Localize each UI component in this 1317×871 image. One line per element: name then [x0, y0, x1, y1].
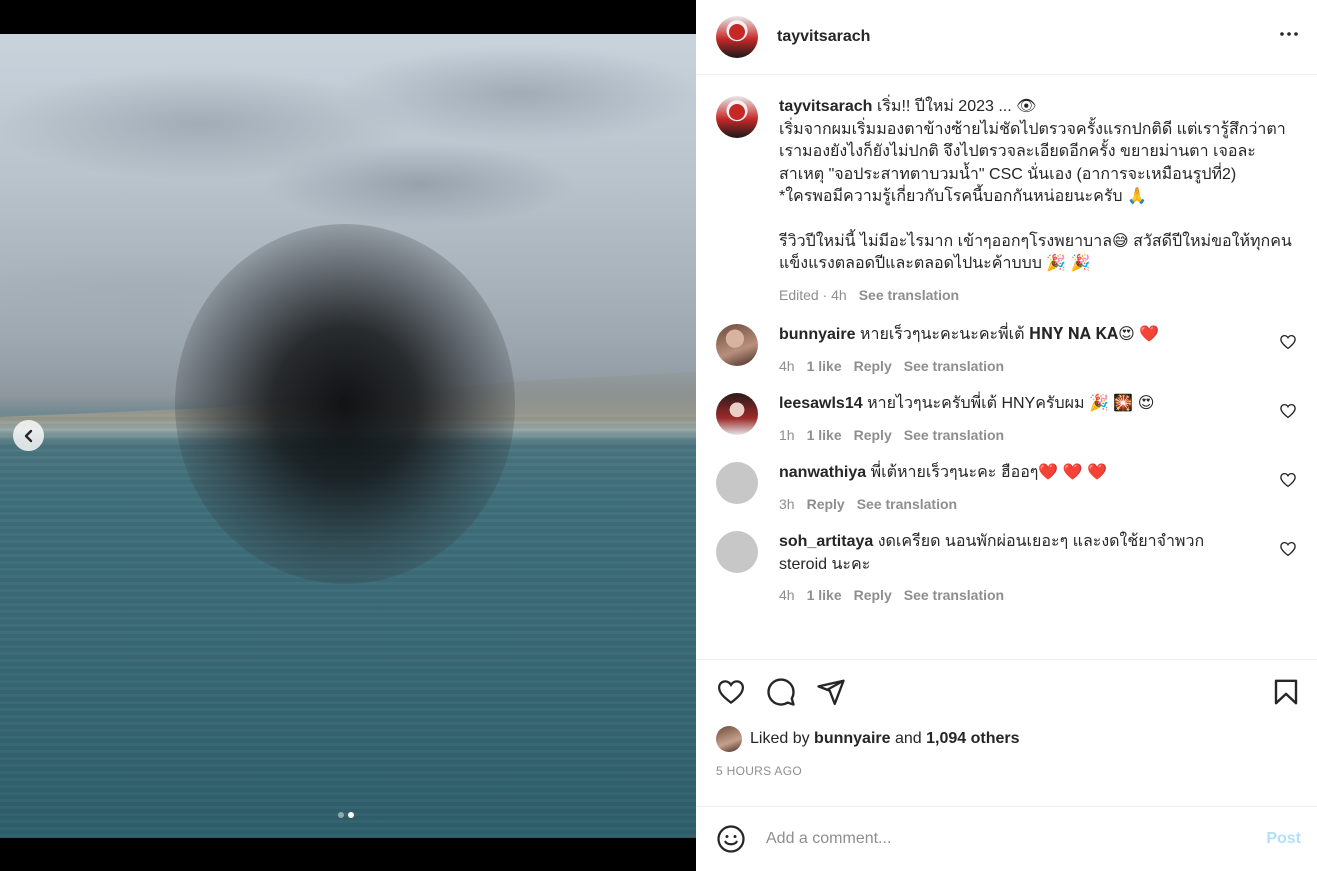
comment-input[interactable]	[766, 830, 1267, 848]
comment-text: soh_artitaya งดเครียด นอนพักผ่อนเยอะๆ แล…	[779, 531, 1237, 576]
comment-text: bunnyaire หายเร็วๆนะคะนะคะพี่เต้ 𝐇𝐍𝐘 𝐍𝐀 …	[779, 324, 1297, 347]
heart-icon[interactable]	[1279, 540, 1297, 558]
author-username[interactable]: tayvitsarach	[777, 28, 1277, 46]
avatar[interactable]	[716, 324, 758, 366]
comment-username[interactable]: soh_artitaya	[779, 533, 873, 550]
post-actions: Liked by bunnyaire and 1,094 others 5 HO…	[696, 659, 1317, 804]
carousel-indicator	[338, 812, 354, 818]
post-photo	[0, 34, 696, 838]
comment-likes[interactable]: 1 like	[807, 424, 842, 447]
avatar[interactable]	[716, 393, 758, 435]
see-translation-link[interactable]: See translation	[859, 284, 959, 307]
comment-body: หายไวๆนะครับพี่เต้ HNYครับผม 🎉 🎇 😍	[867, 395, 1155, 412]
comment-item: soh_artitaya งดเครียด นอนพักผ่อนเยอะๆ แล…	[716, 531, 1297, 607]
avatar[interactable]	[716, 531, 758, 573]
likes-summary: Liked by bunnyaire and 1,094 others	[716, 726, 1301, 752]
heart-icon[interactable]	[1279, 333, 1297, 351]
caption-line-3: *ใครพอมีความรู้เกี่ยวกับโรคนี้บอกกันหน่อ…	[779, 188, 1147, 205]
liked-by-user[interactable]: bunnyaire	[814, 730, 890, 747]
comment-icon[interactable]	[766, 677, 796, 707]
carousel-prev-button[interactable]	[13, 420, 44, 451]
avatar[interactable]	[716, 96, 758, 138]
caption-line-2: เริ่มจากผมเริ่มมองตาข้างซ้ายไม่ชัดไปตรวจ…	[779, 120, 1286, 183]
post-media	[0, 0, 696, 871]
heart-icon[interactable]	[716, 677, 746, 707]
add-comment-bar: Post	[696, 806, 1317, 871]
caption-line-1: เริ่ม!! ปีใหม่ 2023 ... 👁	[876, 98, 1037, 115]
comment-item: bunnyaire หายเร็วๆนะคะนะคะพี่เต้ 𝐇𝐍𝐘 𝐍𝐀 …	[716, 324, 1297, 377]
post-timestamp[interactable]: 5 HOURS AGO	[716, 764, 1301, 778]
comment-meta: 4h 1 like Reply See translation	[779, 584, 1237, 607]
comment-username[interactable]: bunnyaire	[779, 326, 855, 343]
photo-dark-spot	[175, 224, 515, 584]
see-translation-link[interactable]: See translation	[857, 493, 957, 516]
comment-item: leesawls14 หายไวๆนะครับพี่เต้ HNYครับผม …	[716, 393, 1297, 446]
see-translation-link[interactable]: See translation	[904, 355, 1004, 378]
liked-by-label: Liked by	[750, 730, 810, 747]
caption-meta: Edited · 4h See translation	[779, 284, 1297, 307]
emoji-icon[interactable]	[716, 824, 746, 854]
comment-text: nanwathiya พี่เต้หายเร็วๆนะคะ ฮืออๆ❤️ ❤️…	[779, 462, 1297, 485]
reply-button[interactable]: Reply	[854, 355, 892, 378]
bookmark-icon[interactable]	[1271, 677, 1301, 707]
comment-item: nanwathiya พี่เต้หายเร็วๆนะคะ ฮืออๆ❤️ ❤️…	[716, 462, 1297, 515]
reply-button[interactable]: Reply	[854, 584, 892, 607]
carousel-dot	[338, 812, 344, 818]
comment-body: หายเร็วๆนะคะนะคะพี่เต้ 𝐇𝐍𝐘 𝐍𝐀 𝐊𝐀😍 ❤️	[859, 326, 1160, 343]
heart-icon[interactable]	[1279, 471, 1297, 489]
reply-button[interactable]: Reply	[807, 493, 845, 516]
see-translation-link[interactable]: See translation	[904, 584, 1004, 607]
post-caption: tayvitsarach เริ่ม!! ปีใหม่ 2023 ... 👁 เ…	[716, 96, 1297, 306]
comment-time: 4h	[779, 357, 795, 374]
heart-icon[interactable]	[1279, 402, 1297, 420]
action-bar	[716, 660, 1301, 724]
comment-username[interactable]: leesawls14	[779, 395, 863, 412]
carousel-dot-active	[348, 812, 354, 818]
post-header: tayvitsarach	[696, 0, 1317, 75]
avatar[interactable]	[716, 462, 758, 504]
comment-time: 4h	[779, 587, 795, 603]
comment-likes[interactable]: 1 like	[807, 355, 842, 378]
likes-text: Liked by bunnyaire and 1,094 others	[750, 730, 1020, 748]
caption-username[interactable]: tayvitsarach	[779, 98, 872, 115]
avatar[interactable]	[716, 726, 742, 752]
comments-list[interactable]: tayvitsarach เริ่ม!! ปีใหม่ 2023 ... 👁 เ…	[696, 75, 1317, 659]
more-options-icon[interactable]	[1277, 22, 1301, 52]
chevron-left-icon	[24, 429, 32, 442]
see-translation-link[interactable]: See translation	[904, 424, 1004, 447]
comment-text: leesawls14 หายไวๆนะครับพี่เต้ HNYครับผม …	[779, 393, 1297, 416]
likes-and-label: and	[894, 730, 922, 747]
comment-time: 3h	[779, 495, 795, 512]
edited-time: Edited · 4h	[779, 286, 847, 303]
comment-likes[interactable]: 1 like	[807, 584, 842, 607]
comment-meta: 4h 1 like Reply See translation	[779, 355, 1297, 378]
reply-button[interactable]: Reply	[854, 424, 892, 447]
caption-text: tayvitsarach เริ่ม!! ปีใหม่ 2023 ... 👁	[779, 96, 1297, 119]
comment-username[interactable]: nanwathiya	[779, 464, 866, 481]
comment-time: 1h	[779, 426, 795, 443]
comment-body: พี่เต้หายเร็วๆนะคะ ฮืออๆ❤️ ❤️ ❤️	[870, 464, 1108, 481]
share-icon[interactable]	[816, 677, 846, 707]
comment-meta: 3h Reply See translation	[779, 493, 1297, 516]
avatar[interactable]	[716, 16, 758, 58]
post-comment-button[interactable]: Post	[1266, 830, 1301, 848]
comment-meta: 1h 1 like Reply See translation	[779, 424, 1297, 447]
post-panel: tayvitsarach tayvitsarach เริ่ม!! ปีใหม่…	[696, 0, 1317, 871]
likes-count[interactable]: 1,094 others	[926, 730, 1019, 747]
caption-line-4: รีวิวปีใหม่นี้ ไม่มีอะไรมาก เข้าๆออกๆโรง…	[779, 232, 1292, 273]
